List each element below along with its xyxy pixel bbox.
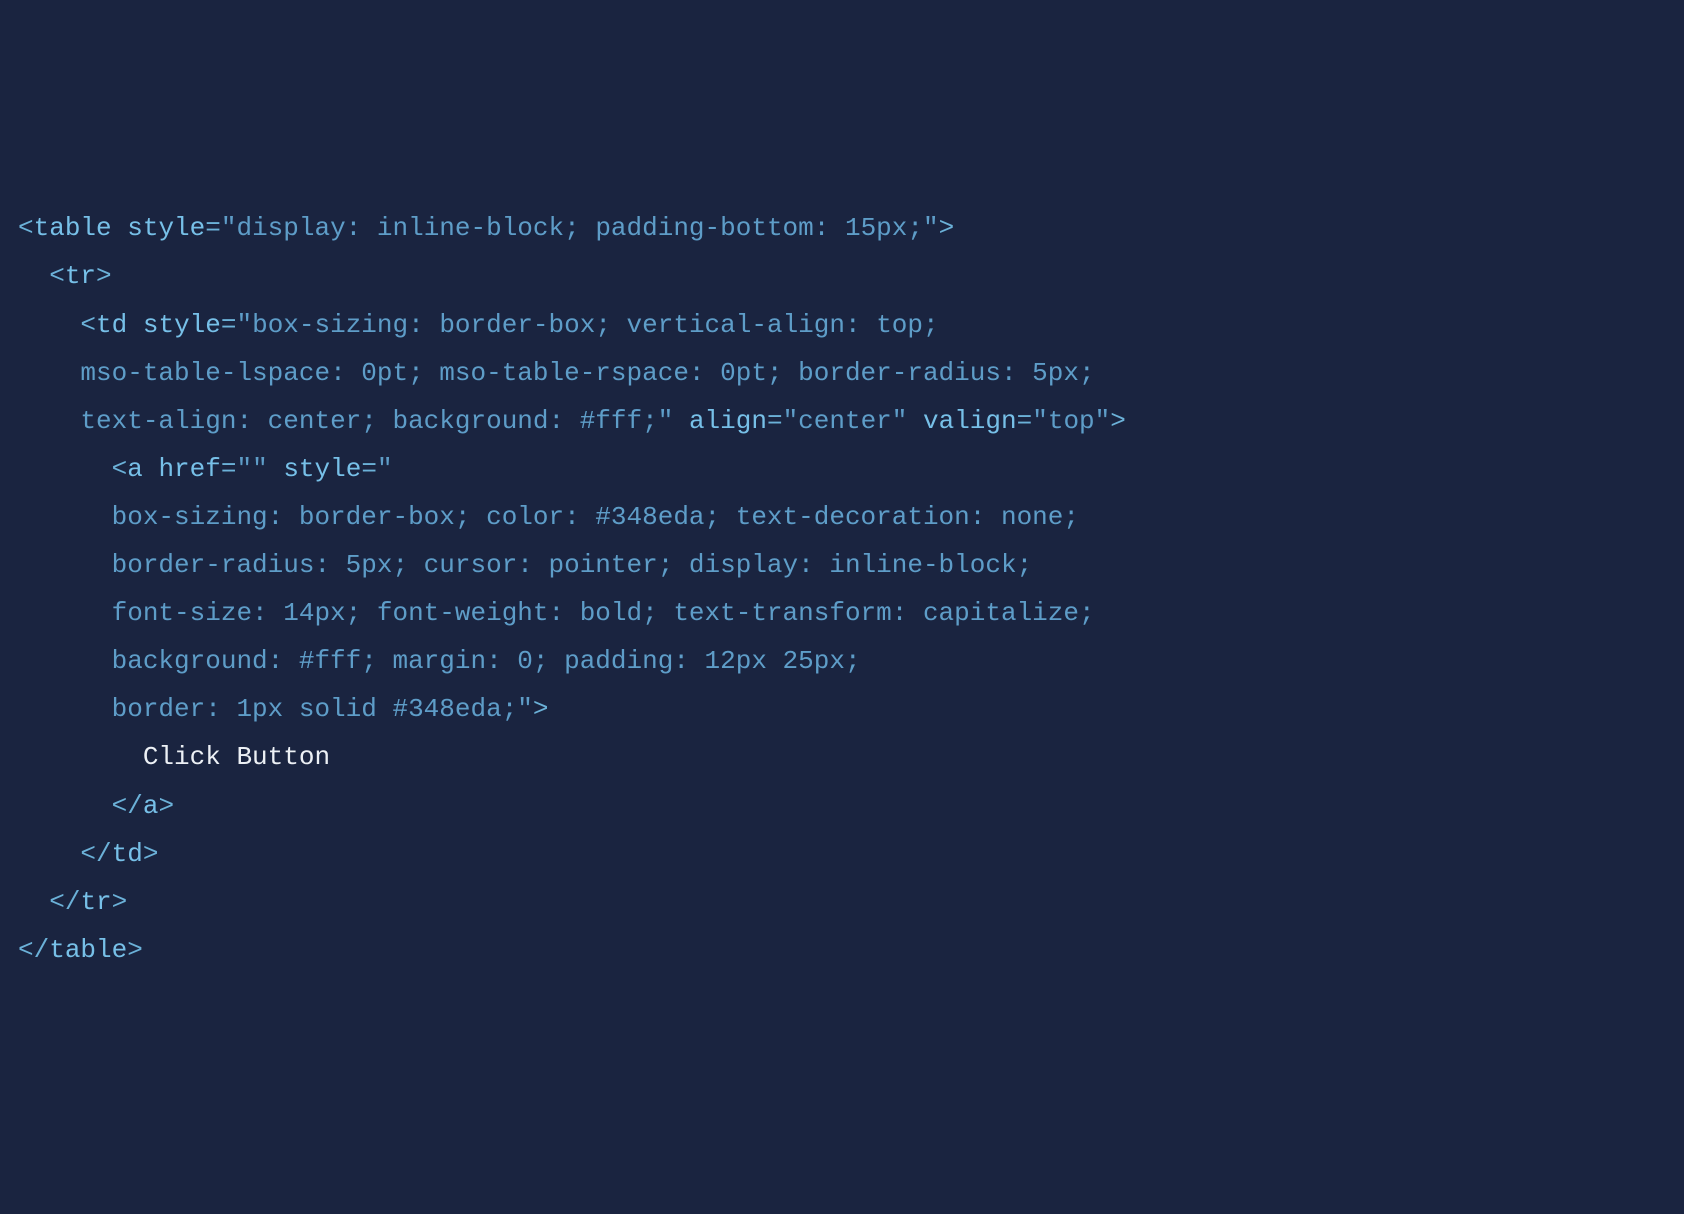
tag-name: a	[143, 791, 159, 821]
tag-name: td	[96, 310, 127, 340]
attr-name: valign	[923, 406, 1017, 436]
text-content: Click Button	[143, 742, 330, 772]
attr-value: "box-sizing: border-box; vertical-align:…	[236, 310, 938, 340]
attr-value: box-sizing: border-box; color: #348eda; …	[112, 502, 1079, 532]
attr-value: border-radius: 5px; cursor: pointer; dis…	[112, 550, 1033, 580]
code-line-5: text-align: center; background: #fff;" a…	[18, 406, 1126, 436]
angle-open: <	[112, 454, 128, 484]
attr-name: style	[143, 310, 221, 340]
angle-open: <	[80, 310, 96, 340]
code-line-6: <a href="" style="	[18, 454, 393, 484]
angle-close: >	[1110, 406, 1126, 436]
attr-value: "top"	[1032, 406, 1110, 436]
equals: =	[361, 454, 377, 484]
attr-value: "	[377, 454, 393, 484]
attr-value: ""	[236, 454, 267, 484]
code-line-12: Click Button	[18, 742, 330, 772]
attr-name: align	[689, 406, 767, 436]
attr-value: mso-table-lspace: 0pt; mso-table-rspace:…	[80, 358, 1094, 388]
code-line-2: <tr>	[18, 261, 112, 291]
angle-open-close: </	[80, 839, 111, 869]
code-line-11: border: 1px solid #348eda;">	[18, 694, 549, 724]
code-line-9: font-size: 14px; font-weight: bold; text…	[18, 598, 1095, 628]
angle-close: >	[158, 791, 174, 821]
equals: =	[221, 310, 237, 340]
angle-close: >	[143, 839, 159, 869]
attr-name: style	[283, 454, 361, 484]
tag-name: tr	[65, 261, 96, 291]
code-line-13: </a>	[18, 791, 174, 821]
tag-name: td	[112, 839, 143, 869]
angle-close: >	[127, 935, 143, 965]
angle-close: >	[96, 261, 112, 291]
attr-value: border: 1px solid #348eda;"	[112, 694, 533, 724]
angle-close: >	[112, 887, 128, 917]
code-line-15: </tr>	[18, 887, 127, 917]
code-line-4: mso-table-lspace: 0pt; mso-table-rspace:…	[18, 358, 1095, 388]
tag-name: table	[34, 213, 112, 243]
equals: =	[205, 213, 221, 243]
code-line-14: </td>	[18, 839, 158, 869]
angle-close: >	[533, 694, 549, 724]
tag-name: a	[127, 454, 143, 484]
tag-name: table	[49, 935, 127, 965]
attr-value: font-size: 14px; font-weight: bold; text…	[112, 598, 1095, 628]
attr-name: href	[158, 454, 220, 484]
attr-value: text-align: center; background: #fff;"	[80, 406, 673, 436]
angle-open: <	[18, 213, 34, 243]
attr-value: "center"	[783, 406, 908, 436]
tag-name: tr	[80, 887, 111, 917]
code-editor[interactable]: <table style="display: inline-block; pad…	[18, 204, 1666, 974]
code-line-10: background: #fff; margin: 0; padding: 12…	[18, 646, 861, 676]
equals: =	[221, 454, 237, 484]
angle-close: >	[939, 213, 955, 243]
code-line-8: border-radius: 5px; cursor: pointer; dis…	[18, 550, 1032, 580]
equals: =	[767, 406, 783, 436]
attr-value: "display: inline-block; padding-bottom: …	[221, 213, 939, 243]
equals: =	[1017, 406, 1033, 436]
code-line-16: </table>	[18, 935, 143, 965]
code-line-7: box-sizing: border-box; color: #348eda; …	[18, 502, 1079, 532]
attr-value: background: #fff; margin: 0; padding: 12…	[112, 646, 861, 676]
angle-open-close: </	[112, 791, 143, 821]
code-line-1: <table style="display: inline-block; pad…	[18, 213, 954, 243]
angle-open-close: </	[49, 887, 80, 917]
attr-name: style	[127, 213, 205, 243]
angle-open-close: </	[18, 935, 49, 965]
angle-open: <	[49, 261, 65, 291]
code-line-3: <td style="box-sizing: border-box; verti…	[18, 310, 939, 340]
